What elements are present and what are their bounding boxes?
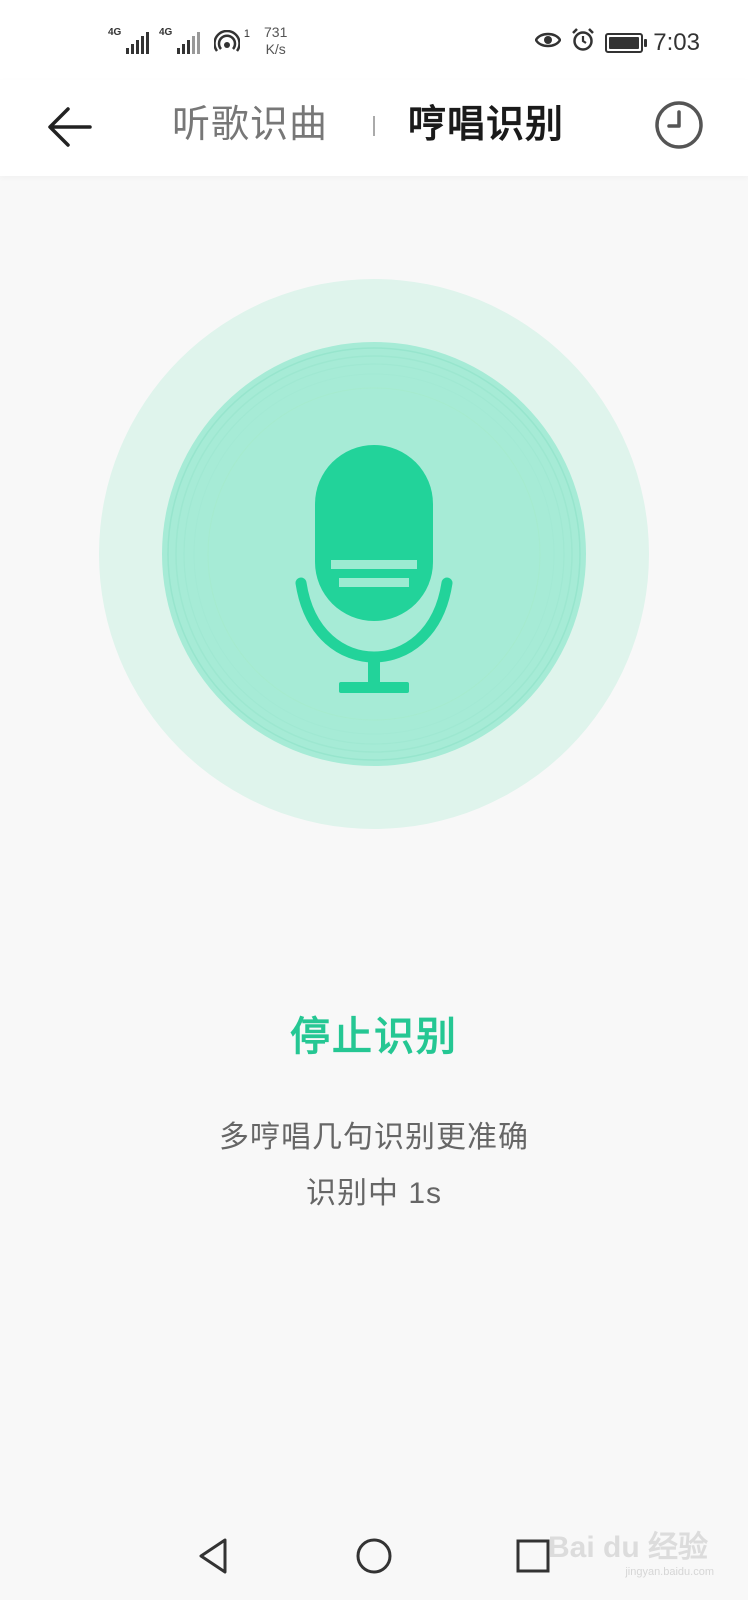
- clock-icon: [655, 101, 703, 149]
- alarm-icon: [571, 28, 595, 57]
- hint-text: 多哼唱几句识别更准确: [219, 1121, 529, 1154]
- network-type-label: 4G: [108, 27, 122, 38]
- hotspot-count: 1: [243, 28, 250, 40]
- recognition-progress: 识别中 1s: [305, 1177, 443, 1210]
- net-speed-unit: K/s: [265, 41, 286, 57]
- status-clock: 7:03: [653, 28, 700, 56]
- mic-rings: [99, 279, 649, 829]
- net-speed: 731 K/s: [264, 24, 287, 58]
- eye-icon: [534, 30, 562, 55]
- tab-song-recognition[interactable]: 听歌识曲: [172, 100, 328, 150]
- history-button[interactable]: [652, 98, 706, 152]
- triangle-back-icon: [199, 1538, 227, 1574]
- circle-home-icon: [356, 1538, 392, 1574]
- status-bar: 4G 4G 1 731 K/s 7:03: [0, 0, 748, 80]
- signal-icon: 4G: [159, 24, 200, 54]
- nav-home-button[interactable]: [350, 1532, 398, 1580]
- signal-icon: 4G: [108, 24, 149, 54]
- watermark: Bai du 经验: [547, 1531, 708, 1564]
- net-speed-value: 731: [264, 24, 288, 40]
- tab-hum-recognition[interactable]: 哼唱识别: [408, 100, 564, 150]
- microphone-button[interactable]: [99, 279, 649, 829]
- tab-divider: [373, 116, 375, 136]
- status-left: 4G 4G 1 731 K/s: [108, 24, 287, 58]
- battery-icon: [605, 32, 648, 53]
- header: 听歌识曲 哼唱识别: [0, 80, 748, 176]
- network-type-label: 4G: [159, 27, 173, 38]
- hotspot-icon: 1: [213, 28, 250, 58]
- watermark-url: jingyan.baidu.com: [625, 1566, 714, 1578]
- status-right: 7:03: [534, 28, 700, 57]
- mode-tabs: 听歌识曲 哼唱识别: [0, 80, 748, 176]
- nav-back-button[interactable]: [191, 1532, 239, 1580]
- stop-recognition-button[interactable]: 停止识别: [0, 1004, 748, 1062]
